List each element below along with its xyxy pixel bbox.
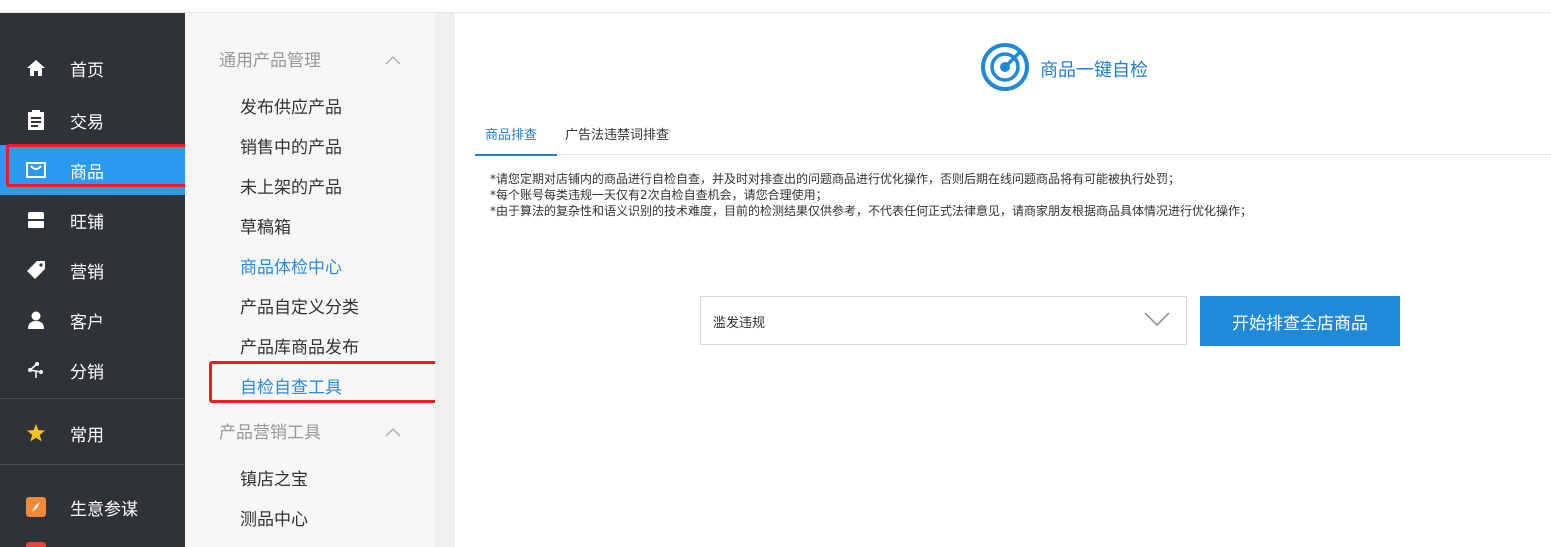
compass-icon: [26, 497, 46, 517]
highlight-box-goods: [6, 144, 188, 187]
share-icon: [26, 360, 46, 380]
notice-line: *每个账号每类违规一天仅有2次自检自查机会，请您合理使用；: [490, 188, 828, 202]
page-header: 商品一键自检: [980, 43, 1148, 95]
app-icon: [26, 542, 46, 547]
nav-item-shop[interactable]: 旺铺: [0, 195, 185, 245]
tab-product-check[interactable]: 商品排查: [485, 124, 537, 143]
radar-icon: [980, 42, 1030, 96]
nav-item-label: 旺铺: [70, 212, 104, 233]
select-value: 滥发违规: [713, 316, 766, 331]
page-title: 商品一键自检: [1040, 60, 1148, 81]
nav-item-label: 生意参谋: [70, 499, 138, 520]
person-icon: [26, 310, 46, 330]
start-check-button[interactable]: 开始排查全店商品: [1200, 296, 1400, 346]
active-tab-indicator: [475, 154, 557, 156]
star-icon: [26, 423, 46, 443]
sub-item-health-check-center[interactable]: 商品体检中心: [240, 253, 342, 278]
notice-text: *请您定期对店铺内的商品进行自检自查，并及时对排查出的问题商品进行优化操作，否则…: [490, 171, 1252, 219]
sub-item-library-publish[interactable]: 产品库商品发布: [240, 333, 359, 358]
group-title-marketing-tools[interactable]: 产品营销工具: [219, 418, 321, 443]
chevron-down-icon: [1144, 311, 1170, 331]
notice-line: *由于算法的复杂性和语义识别的技术难度，目前的检测结果仅供参考，不代表任何正式法…: [490, 204, 1253, 218]
home-icon: [26, 58, 46, 78]
nav-item-label: 首页: [70, 60, 104, 81]
main-content: 商品一键自检 商品排查 广告法违禁词排查 *请您定期对店铺内的商品进行自检自查，…: [455, 13, 1551, 547]
highlight-box-self-check: [209, 361, 444, 403]
column-divider: [435, 13, 455, 547]
nav-item-distribution[interactable]: 分销: [0, 345, 185, 395]
notice-line: *请您定期对店铺内的商品进行自检自查，并及时对排查出的问题商品进行优化操作，否则…: [490, 172, 1181, 186]
sub-item-not-listed[interactable]: 未上架的产品: [240, 173, 342, 198]
violation-type-select[interactable]: 滥发违规: [700, 296, 1187, 345]
sub-item-store-treasure[interactable]: 镇店之宝: [240, 465, 308, 490]
chevron-up-icon[interactable]: [385, 422, 401, 437]
nav-item-marketing[interactable]: 营销: [0, 245, 185, 295]
sub-item-custom-category[interactable]: 产品自定义分类: [240, 293, 359, 318]
sub-nav: 通用产品管理 发布供应产品 销售中的产品 未上架的产品 草稿箱 商品体检中心 产…: [185, 13, 435, 547]
nav-item-label: 客户: [70, 312, 104, 333]
clipboard-icon: [26, 110, 46, 130]
shop-icon: [26, 210, 46, 230]
main-nav: 首页 交易 商品 旺铺 营销 客户 分销 常用 生意参谋: [0, 13, 185, 547]
nav-item-label: 交易: [70, 112, 104, 133]
tag-icon: [26, 260, 46, 280]
chevron-up-icon[interactable]: [385, 50, 401, 65]
nav-item-label: 营销: [70, 262, 104, 283]
sub-item-on-sale[interactable]: 销售中的产品: [240, 133, 342, 158]
group-title-product-management[interactable]: 通用产品管理: [219, 46, 321, 71]
tab-ad-law-check[interactable]: 广告法违禁词排查: [565, 124, 669, 143]
nav-item-customer[interactable]: 客户: [0, 295, 185, 345]
nav-item-label: 分销: [70, 362, 104, 383]
sub-item-product-test-center[interactable]: 测品中心: [240, 505, 308, 530]
top-bar: [0, 0, 1551, 13]
tab-bar: 商品排查 广告法违禁词排查: [475, 116, 1551, 156]
nav-item-home[interactable]: 首页: [0, 43, 185, 93]
nav-item-trade[interactable]: 交易: [0, 95, 185, 145]
nav-divider: [0, 398, 185, 399]
nav-divider: [0, 464, 185, 465]
nav-item-label: 常用: [70, 425, 104, 446]
nav-item-favorites[interactable]: 常用: [0, 408, 185, 458]
sub-item-drafts[interactable]: 草稿箱: [240, 213, 291, 238]
sub-item-publish-supply[interactable]: 发布供应产品: [240, 93, 342, 118]
nav-item-business-advisor[interactable]: 生意参谋: [0, 482, 185, 532]
